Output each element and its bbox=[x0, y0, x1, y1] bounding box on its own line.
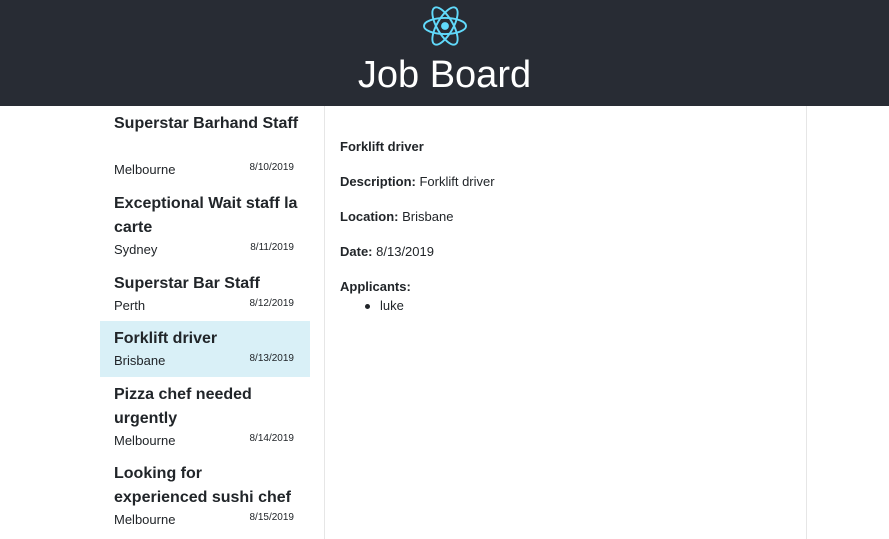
job-location: Brisbane bbox=[114, 353, 166, 368]
detail-title: Forklift driver bbox=[340, 139, 424, 154]
detail-description: Description: Forklift driver bbox=[340, 173, 495, 191]
app-header: Job Board bbox=[0, 0, 889, 106]
page-title: Job Board bbox=[357, 54, 532, 96]
job-list-item[interactable]: Superstar Barhand Staff Melbourne 8/10/2… bbox=[100, 106, 310, 186]
job-list-item[interactable]: Looking for experienced sushi chef Melbo… bbox=[100, 457, 310, 539]
detail-right-border bbox=[806, 106, 807, 539]
job-date: 8/11/2019 bbox=[250, 242, 294, 253]
job-title: Looking for experienced sushi chef bbox=[114, 465, 291, 506]
applicant-name: luke bbox=[380, 298, 404, 313]
job-date: 8/10/2019 bbox=[249, 162, 295, 173]
job-title: Exceptional Wait staff la carte bbox=[114, 195, 298, 236]
bullet-icon bbox=[365, 304, 370, 309]
location-label: Location: bbox=[340, 209, 399, 224]
job-list-item[interactable]: Superstar Bar Staff Perth 8/12/2019 bbox=[100, 266, 310, 321]
job-title: Superstar Bar Staff bbox=[114, 275, 260, 292]
description-label: Description: bbox=[340, 174, 416, 189]
applicant-item: luke bbox=[365, 297, 404, 315]
date-value: 8/13/2019 bbox=[376, 244, 434, 259]
detail-date: Date: 8/13/2019 bbox=[340, 243, 434, 261]
description-value: Forklift driver bbox=[419, 174, 495, 189]
job-date: 8/14/2019 bbox=[249, 433, 295, 444]
job-date: 8/15/2019 bbox=[249, 512, 295, 523]
job-title: Pizza chef needed urgently bbox=[114, 386, 252, 427]
list-divider bbox=[324, 106, 325, 539]
react-atom-icon bbox=[423, 6, 467, 46]
date-label: Date: bbox=[340, 244, 373, 259]
job-location: Sydney bbox=[114, 242, 158, 257]
job-title: Forklift driver bbox=[114, 330, 218, 347]
job-date: 8/12/2019 bbox=[249, 298, 295, 309]
job-title: Superstar Barhand Staff bbox=[114, 115, 299, 132]
job-list-item[interactable]: Pizza chef needed urgently Melbourne 8/1… bbox=[100, 377, 310, 457]
job-date: 8/13/2019 bbox=[249, 353, 295, 364]
detail-applicants-label: Applicants: bbox=[340, 279, 411, 294]
job-list-item-selected[interactable]: Forklift driver Brisbane 8/13/2019 bbox=[100, 321, 310, 377]
detail-location: Location: Brisbane bbox=[340, 208, 453, 226]
location-value: Brisbane bbox=[402, 209, 454, 224]
job-location: Melbourne bbox=[114, 512, 176, 527]
job-list-item[interactable]: Exceptional Wait staff la carte Sydney 8… bbox=[100, 186, 310, 266]
job-location: Melbourne bbox=[114, 433, 176, 448]
job-location: Perth bbox=[114, 298, 146, 313]
job-location: Melbourne bbox=[114, 162, 176, 177]
job-list: Superstar Barhand Staff Melbourne 8/10/2… bbox=[100, 106, 310, 539]
